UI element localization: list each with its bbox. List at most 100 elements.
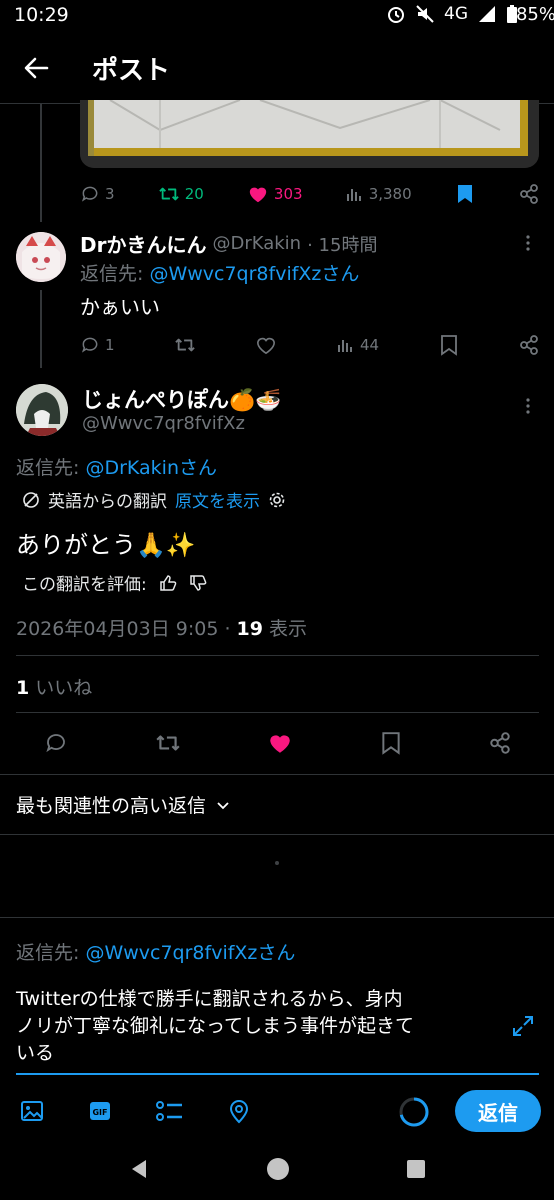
thread-line: [40, 290, 42, 368]
like-count: 1: [16, 677, 30, 699]
reply1-actions: 1 44: [80, 332, 540, 358]
view-label: 表示: [263, 618, 308, 640]
bookmark-icon[interactable]: [380, 731, 402, 755]
alarm-icon: [388, 7, 404, 23]
reply-to-handle[interactable]: @Wwvc7qr8fvifXzさん: [85, 942, 295, 964]
view-count: 19: [236, 618, 263, 640]
retweet-count: 20: [184, 185, 204, 203]
display-name[interactable]: じょんぺりぽん🍊🍜: [82, 384, 281, 414]
gear-icon[interactable]: [268, 491, 286, 509]
analytics-icon: [346, 189, 361, 201]
post-image[interactable]: [80, 100, 539, 168]
show-original-link[interactable]: 原文を表示: [175, 487, 260, 512]
reply-sort-selector[interactable]: 最も関連性の高い返信: [16, 791, 230, 818]
composer-toolbar: GIF: [20, 1098, 250, 1124]
divider: [0, 834, 554, 835]
thumbs-up-icon[interactable]: [159, 574, 177, 592]
header: ポスト: [0, 32, 554, 104]
retweet-action[interactable]: 20: [158, 184, 204, 204]
system-nav-bar: [0, 1138, 554, 1200]
bookmark-filled-icon[interactable]: [455, 183, 475, 205]
reply-count: 3: [105, 185, 115, 203]
retweet-icon: [158, 187, 179, 201]
post-text: ありがとう🙏✨: [16, 531, 196, 559]
handle[interactable]: @DrKakin: [212, 233, 301, 254]
views-action[interactable]: 44: [337, 336, 379, 354]
prev-post-actions: 3 20 303 3,380: [80, 181, 540, 207]
reply-to-prefix: 返信先:: [16, 942, 86, 964]
status-bar: 10:29 4G 85%: [0, 0, 554, 32]
divider: [16, 712, 539, 713]
display-name[interactable]: Drかきんにん: [80, 229, 206, 258]
reply-textarea[interactable]: Twitterの仕様で勝手に翻訳されるから、身内 ノリが丁寧な御礼になってしまう…: [16, 986, 506, 1067]
signal-icon: [479, 6, 495, 22]
reply-button[interactable]: 返信: [455, 1090, 541, 1132]
more-options-icon[interactable]: [518, 233, 538, 253]
network-type: 4G: [444, 4, 468, 24]
main-post-actions: [44, 730, 512, 756]
reply-to-handle[interactable]: @Wwvc7qr8fvifXzさん: [149, 263, 359, 285]
loading-dot: [275, 861, 279, 865]
expand-icon[interactable]: [511, 1014, 535, 1038]
reply-icon: [81, 186, 98, 202]
reply-to-line: 返信先: @Wwvc7qr8fvifXzさん: [80, 259, 359, 286]
back-icon[interactable]: [128, 1158, 150, 1180]
thumbs-down-icon[interactable]: [189, 574, 207, 592]
avatar[interactable]: [16, 232, 66, 282]
heart-filled-icon[interactable]: [267, 731, 293, 755]
home-icon[interactable]: [266, 1157, 290, 1181]
translated-from-label: 英語からの翻訳: [48, 492, 167, 512]
reply-count: 1: [105, 336, 115, 354]
view-count: 44: [359, 336, 380, 354]
draft-line: いる: [16, 1042, 55, 1064]
share-icon[interactable]: [488, 731, 512, 755]
like-label: いいね: [29, 677, 93, 699]
timestamp: 2026年04月03日 9:05 ·: [16, 618, 237, 640]
page-title: ポスト: [92, 56, 171, 86]
retweet-icon[interactable]: [174, 335, 196, 355]
back-arrow-icon[interactable]: [22, 54, 50, 82]
draft-line: ノリが丁寧な御礼になってしまう事件が起きて: [16, 1015, 415, 1037]
reply-to-handle[interactable]: @DrKakinさん: [85, 457, 217, 479]
more-options-icon[interactable]: [518, 396, 538, 416]
avatar[interactable]: [16, 384, 68, 436]
handle[interactable]: @Wwvc7qr8fvifXz: [82, 413, 245, 434]
reply-icon[interactable]: [44, 731, 68, 755]
views-action[interactable]: 3,380: [346, 185, 412, 203]
gif-icon[interactable]: GIF: [88, 1099, 112, 1123]
reply-to-prefix: 返信先:: [16, 457, 86, 479]
bookmark-icon[interactable]: [439, 334, 459, 356]
translation-bar: 英語からの翻訳 原文を表示: [22, 487, 286, 512]
reply-to-prefix: 返信先:: [80, 263, 150, 285]
chevron-down-icon: [217, 801, 229, 809]
retweet-icon[interactable]: [155, 731, 181, 755]
like-summary[interactable]: 1 いいね: [16, 673, 92, 700]
share-icon[interactable]: [518, 334, 540, 356]
like-action[interactable]: 303: [247, 184, 303, 204]
post-time: · 15時間: [307, 234, 378, 256]
poll-icon[interactable]: [156, 1099, 184, 1123]
thread-line: [40, 104, 42, 222]
reply-action[interactable]: 1: [80, 335, 115, 355]
reply-action[interactable]: 3: [80, 184, 115, 204]
heart-icon[interactable]: [255, 335, 277, 355]
composer-reply-to: 返信先: @Wwvc7qr8fvifXzさん: [16, 938, 295, 965]
textarea-focus-line: [16, 1073, 539, 1075]
character-count-ring: [399, 1097, 429, 1127]
divider: [0, 917, 554, 918]
image-icon[interactable]: [20, 1099, 44, 1123]
like-count: 303: [273, 185, 303, 203]
status-time: 10:29: [14, 4, 69, 26]
reply-to-line: 返信先: @DrKakinさん: [16, 453, 217, 480]
location-icon[interactable]: [228, 1098, 250, 1124]
reply1-header: Drかきんにん @DrKakin · 15時間: [80, 229, 377, 258]
reply-icon: [81, 337, 98, 353]
heart-filled-icon: [249, 187, 267, 203]
rate-translation-label: この翻訳を評価:: [22, 575, 147, 595]
share-icon[interactable]: [518, 183, 540, 205]
divider: [16, 655, 539, 656]
recents-icon[interactable]: [406, 1159, 426, 1179]
rate-translation: この翻訳を評価:: [22, 570, 207, 595]
svg-text:GIF: GIF: [92, 1108, 107, 1117]
mute-icon: [416, 5, 434, 23]
